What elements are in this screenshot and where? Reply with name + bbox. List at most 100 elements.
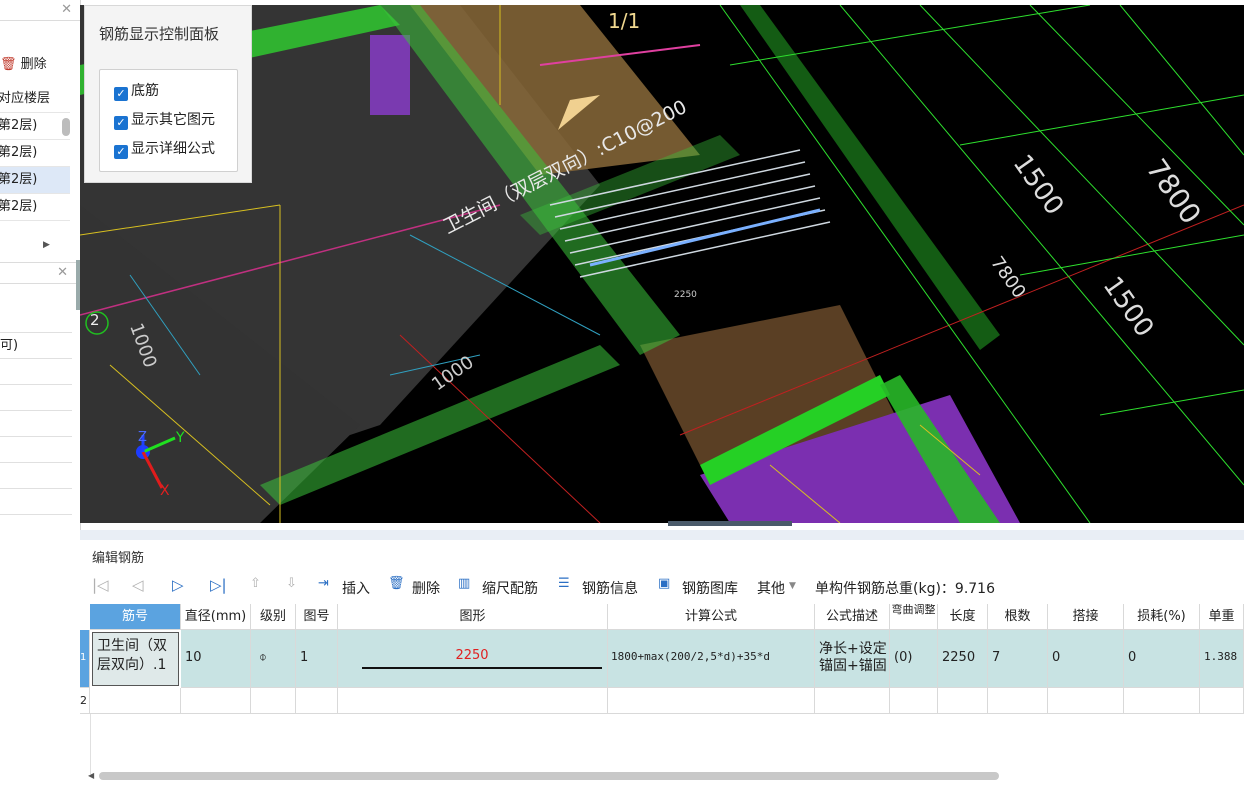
floor-column-header: 对应楼层 bbox=[0, 86, 70, 113]
last-record-icon[interactable]: ▷| bbox=[210, 576, 227, 594]
formula-desc-cell[interactable] bbox=[815, 688, 890, 714]
count-cell[interactable] bbox=[988, 688, 1048, 714]
chevron-down-icon[interactable]: ▼ bbox=[789, 581, 796, 591]
insert-button[interactable]: 插入 bbox=[342, 578, 370, 598]
row-index[interactable]: 1 bbox=[80, 630, 90, 688]
column-header[interactable]: 单重 bbox=[1200, 604, 1244, 630]
move-down-icon[interactable]: ⇩ bbox=[286, 576, 297, 591]
floor-row-selected[interactable]: 第2层) bbox=[0, 167, 70, 194]
rebar-name-cell[interactable] bbox=[90, 688, 181, 714]
column-header[interactable]: 筋号 bbox=[90, 604, 181, 630]
property-row bbox=[0, 489, 72, 515]
unit-weight-cell[interactable] bbox=[1200, 688, 1244, 714]
rebar-info-icon[interactable]: ☰ bbox=[558, 576, 570, 591]
column-header[interactable]: 图形 bbox=[338, 604, 608, 630]
bend-adjust-cell[interactable] bbox=[890, 688, 938, 714]
check-icon: ✓ bbox=[114, 116, 128, 130]
floor-row[interactable]: 第2层) bbox=[0, 140, 70, 167]
editor-top-bar bbox=[80, 530, 1244, 540]
property-row bbox=[0, 411, 72, 437]
length-cell[interactable] bbox=[938, 688, 988, 714]
vertical-scrollbar[interactable] bbox=[62, 118, 70, 136]
length-cell[interactable]: 2250 bbox=[938, 630, 988, 688]
property-row bbox=[0, 463, 72, 489]
rebar-library-button[interactable]: 钢筋图库 bbox=[682, 578, 738, 598]
property-row bbox=[0, 359, 72, 385]
checkbox-bottom-rebar[interactable]: ✓ 底筋 bbox=[114, 82, 159, 101]
horizontal-scrollbar[interactable] bbox=[99, 772, 999, 780]
floor-row[interactable]: 第2层) bbox=[0, 194, 70, 221]
scene-canvas bbox=[80, 5, 1244, 523]
figure-no-cell[interactable] bbox=[296, 688, 338, 714]
grade-cell[interactable] bbox=[251, 688, 296, 714]
column-header[interactable]: 损耗(%) bbox=[1124, 604, 1200, 630]
rebar-length-label: 2250 bbox=[674, 290, 697, 300]
left-delete-button[interactable]: 🗑 删除 bbox=[0, 52, 47, 78]
control-panel-title: 钢筋显示控制面板 bbox=[99, 25, 220, 43]
grade-cell[interactable]: ⌽ bbox=[251, 630, 296, 688]
column-header[interactable]: 公式描述 bbox=[815, 604, 890, 630]
checkbox-show-other-elements[interactable]: ✓ 显示其它图元 bbox=[114, 111, 215, 130]
column-header[interactable]: 直径(mm) bbox=[181, 604, 251, 630]
diameter-cell[interactable]: 10 bbox=[181, 630, 251, 688]
other-menu-button[interactable]: 其他 bbox=[757, 578, 785, 598]
next-record-icon[interactable]: ▷ bbox=[172, 576, 184, 594]
scale-rebar-icon[interactable]: ▥ bbox=[458, 576, 470, 591]
formula-desc-cell[interactable]: 净长+设定锚固+锚固 bbox=[815, 630, 890, 688]
check-icon: ✓ bbox=[114, 145, 128, 159]
column-header[interactable]: 搭接 bbox=[1048, 604, 1124, 630]
gizmo-y-label: Y bbox=[176, 430, 185, 446]
column-header[interactable]: 长度 bbox=[938, 604, 988, 630]
scroll-left-icon[interactable]: ◀ bbox=[88, 771, 94, 780]
shape-line bbox=[362, 667, 602, 669]
rebar-name-cell[interactable]: 卫生间（双层双向）.1 bbox=[92, 632, 179, 686]
scroll-right-icon[interactable]: ▶ bbox=[43, 240, 50, 250]
lap-cell[interactable]: 0 bbox=[1048, 630, 1124, 688]
column-header[interactable]: 级别 bbox=[251, 604, 296, 630]
column-header[interactable]: 图号 bbox=[296, 604, 338, 630]
move-up-icon[interactable]: ⇧ bbox=[250, 576, 261, 591]
rebar-info-button[interactable]: 钢筋信息 bbox=[582, 578, 638, 598]
formula-cell[interactable]: 1800+max(200/2,5*d)+35*d bbox=[608, 630, 815, 688]
scale-rebar-button[interactable]: 缩尺配筋 bbox=[482, 578, 538, 598]
checkbox-show-detail-formula[interactable]: ✓ 显示详细公式 bbox=[114, 140, 215, 159]
shape-cell[interactable]: 2250 bbox=[338, 630, 608, 688]
count-cell[interactable]: 7 bbox=[988, 630, 1048, 688]
diameter-cell[interactable] bbox=[181, 688, 251, 714]
lap-cell[interactable] bbox=[1048, 688, 1124, 714]
property-row-value: 可) bbox=[0, 333, 72, 359]
page-indicator: 1/1 bbox=[608, 9, 641, 33]
formula-cell[interactable] bbox=[608, 688, 815, 714]
property-row bbox=[0, 437, 72, 463]
loss-cell[interactable] bbox=[1124, 688, 1200, 714]
prev-record-icon[interactable]: ◁ bbox=[132, 576, 144, 594]
property-row bbox=[0, 307, 72, 333]
close-icon[interactable]: ✕ bbox=[57, 265, 68, 280]
property-panel-header: ✕ bbox=[0, 262, 76, 284]
first-record-icon[interactable]: |◁ bbox=[92, 576, 109, 594]
rebar-library-icon[interactable]: ▣ bbox=[658, 576, 670, 591]
unit-weight-cell[interactable]: 1.388 bbox=[1200, 630, 1244, 688]
loss-cell[interactable]: 0 bbox=[1124, 630, 1200, 688]
splitter-handle[interactable] bbox=[668, 521, 792, 526]
row-index[interactable]: 2 bbox=[80, 688, 90, 714]
column-header[interactable]: 根数 bbox=[988, 604, 1048, 630]
column-header[interactable]: 计算公式 bbox=[608, 604, 815, 630]
trash-icon[interactable]: 🗑 bbox=[388, 576, 405, 591]
close-icon[interactable]: ✕ bbox=[61, 2, 72, 17]
figure-no-cell[interactable]: 1 bbox=[296, 630, 338, 688]
insert-icon[interactable]: ⇥ bbox=[318, 576, 329, 591]
left-panel-header: ✕ bbox=[0, 0, 80, 21]
gizmo-x-label: X bbox=[160, 483, 170, 499]
3d-viewport[interactable]: 1/1 1500 7800 7800 1500 1000 1000 2250 卫… bbox=[80, 5, 1244, 523]
shape-cell[interactable] bbox=[338, 688, 608, 714]
rebar-table: 筋号 直径(mm) 级别 图号 图形 计算公式 公式描述 弯曲调整 长度 根数 … bbox=[80, 604, 1244, 714]
rebar-display-control-panel: 钢筋显示控制面板 ✓ 底筋 ✓ 显示其它图元 ✓ 显示详细公式 bbox=[84, 5, 252, 183]
delete-button[interactable]: 删除 bbox=[412, 578, 440, 598]
total-weight-label: 单构件钢筋总重(kg)：9.716 bbox=[815, 581, 995, 597]
column-header[interactable]: 弯曲调整 bbox=[890, 604, 938, 630]
grid-left-border bbox=[90, 714, 91, 774]
editor-title: 编辑钢筋 bbox=[92, 551, 145, 566]
floor-row[interactable]: 第2层) bbox=[0, 113, 70, 140]
bend-adjust-cell[interactable]: (0) bbox=[890, 630, 938, 688]
